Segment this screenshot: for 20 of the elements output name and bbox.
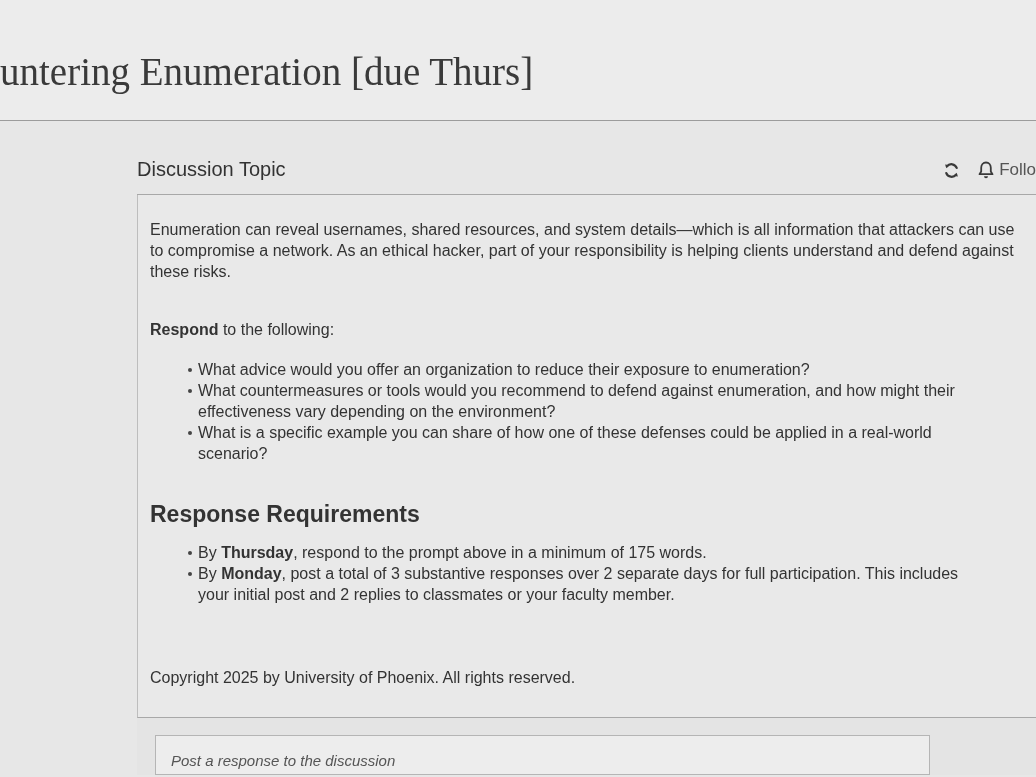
bell-icon: [978, 161, 995, 179]
discussion-heading: Discussion Topic: [137, 157, 286, 182]
requirements-heading: Response Requirements: [150, 500, 421, 529]
question-text: What countermeasures or tools would you recommend to defend against enumeration, and how might their effectiveness vary depending on the environment?: [198, 381, 956, 422]
bullet-icon: [188, 368, 192, 372]
prompt-text: Respond to the following:: [150, 320, 336, 340]
follow-button[interactable]: Follo: [978, 160, 1036, 180]
question-text: What is a specific example you can share of how one of these defenses could be applied in a real-world scenario?: [198, 423, 933, 464]
reply-field[interactable]: Post a response to the discussion: [155, 735, 930, 775]
bullet-icon: [188, 431, 192, 435]
bullet-icon: [188, 572, 192, 576]
intro-paragraph: Enumeration can reveal usernames, shared resources, and system details—which is all information that attackers can use to compromise a network. As an ethical hacker, part of your responsibility is helping clients understand and defend against these risks.: [150, 220, 1016, 282]
bullet-icon: [188, 551, 192, 555]
requirement-text: By Monday, post a total of 3 substantive responses over 2 separate days for full participation. This includes your initial post and 2 replies to classmates or your faculty member.: [198, 564, 960, 605]
page-title: untering Enumeration [due Thurs]: [0, 50, 535, 94]
refresh-icon[interactable]: [943, 161, 961, 179]
bullet-icon: [188, 389, 192, 393]
requirement-text: By Thursday, respond to the prompt above in a minimum of 175 words.: [198, 543, 708, 563]
copyright-text: Copyright 2025 by University of Phoenix. All rights reserved.: [150, 668, 577, 688]
question-text: What advice would you offer an organization to reduce their exposure to enumeration?: [198, 360, 811, 380]
